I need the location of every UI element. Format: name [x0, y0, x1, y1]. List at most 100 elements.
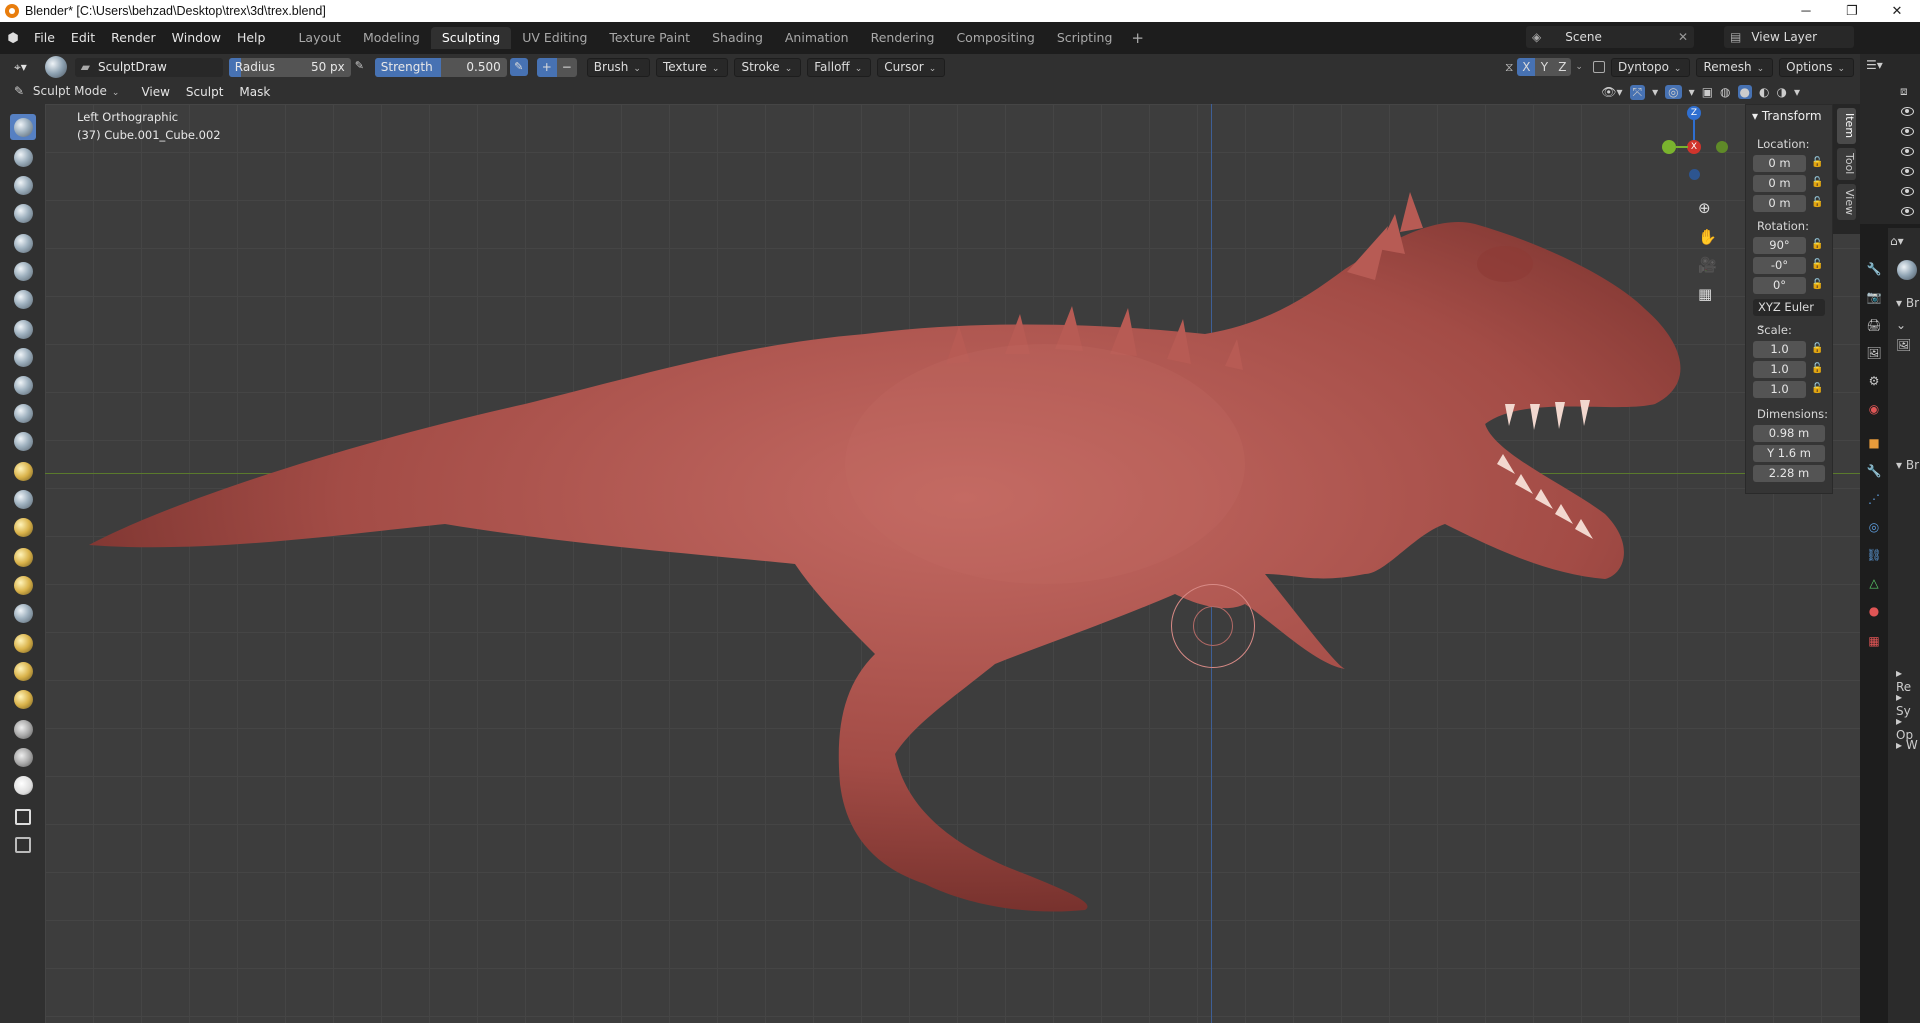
navigation-gizmo[interactable]: Z X: [1650, 104, 1740, 180]
object-properties-icon[interactable]: ■: [1865, 434, 1883, 452]
mirror-z-toggle[interactable]: Z: [1553, 58, 1572, 76]
tool-smooth-icon[interactable]: [10, 344, 36, 370]
trex-model[interactable]: [45, 104, 1860, 1023]
dimension-x-field[interactable]: 0.98 m: [1753, 425, 1825, 442]
menu-mask[interactable]: Mask: [231, 80, 278, 104]
outliner-editor-icon[interactable]: ☰▾: [1866, 58, 1883, 72]
solid-shading-icon[interactable]: ●: [1737, 85, 1752, 99]
menu-file[interactable]: File: [26, 22, 63, 54]
xray-icon[interactable]: ▣: [1702, 85, 1713, 99]
strength-pressure-icon[interactable]: ✎: [509, 58, 528, 76]
tool-annotate-icon[interactable]: [10, 804, 36, 830]
tool-rotate-icon[interactable]: [10, 600, 36, 626]
symmetry-chevron-icon[interactable]: ⌄: [1575, 62, 1583, 72]
overlay-toggle-icon[interactable]: ◎: [1665, 85, 1682, 99]
eye-icon[interactable]: [1901, 167, 1914, 176]
tab-modeling[interactable]: Modeling: [352, 27, 431, 49]
tool-nudge-icon[interactable]: [10, 572, 36, 598]
tool-clay-strips-icon[interactable]: [10, 200, 36, 226]
lock-icon[interactable]: 🔓: [1811, 259, 1823, 271]
visibility-icon[interactable]: 👁▾: [1601, 85, 1622, 99]
eye-icon[interactable]: [1901, 107, 1914, 116]
tab-uv-editing[interactable]: UV Editing: [511, 27, 598, 49]
tab-tool[interactable]: Tool: [1837, 148, 1856, 180]
falloff-dropdown[interactable]: Falloff ⌄: [807, 57, 872, 77]
tool-grab-icon[interactable]: [10, 486, 36, 512]
tool-scrape-icon[interactable]: [10, 428, 36, 454]
tool-draw-icon[interactable]: [10, 114, 36, 140]
gizmo-chevron-icon[interactable]: ▾: [1652, 85, 1658, 99]
gizmo-x-axis[interactable]: X: [1687, 140, 1701, 154]
data-properties-icon[interactable]: △: [1865, 574, 1883, 592]
camera-view-icon[interactable]: 🎥: [1698, 256, 1717, 274]
location-z-field[interactable]: 0 m: [1753, 195, 1806, 212]
lock-icon[interactable]: 🔓: [1811, 177, 1823, 189]
radius-field[interactable]: Radius 50 px: [228, 57, 351, 77]
tab-scripting[interactable]: Scripting: [1046, 27, 1124, 49]
subtract-direction-button[interactable]: −: [556, 57, 577, 77]
scene-properties-icon[interactable]: ⚙: [1865, 372, 1883, 390]
transform-header[interactable]: ▾ Transform: [1752, 109, 1822, 123]
tool-pinch-icon[interactable]: [10, 458, 36, 484]
tool-fill-icon[interactable]: [10, 400, 36, 426]
tool-cloth-icon[interactable]: [10, 772, 36, 798]
location-y-field[interactable]: 0 m: [1753, 175, 1806, 192]
shading-chevron-icon[interactable]: ▾: [1794, 85, 1800, 99]
blender-menu-icon[interactable]: ⬢: [0, 22, 26, 54]
gizmo-neg-z-axis[interactable]: [1689, 169, 1700, 180]
3d-viewport[interactable]: Left Orthographic (37) Cube.001_Cube.002: [45, 104, 1860, 1023]
rotation-mode-dropdown[interactable]: XYZ Euler ⌄: [1753, 299, 1825, 331]
location-x-field[interactable]: 0 m: [1753, 155, 1806, 172]
gizmo-y-axis[interactable]: [1662, 140, 1676, 154]
tool-draw-sharp-icon[interactable]: [10, 144, 36, 170]
eye-icon[interactable]: [1901, 187, 1914, 196]
lock-icon[interactable]: 🔓: [1811, 157, 1823, 169]
tool-thumb-icon[interactable]: [10, 544, 36, 570]
scene-close-icon[interactable]: ✕: [1678, 30, 1688, 44]
tool-lasso-mask-icon[interactable]: [10, 716, 36, 742]
stroke-dropdown[interactable]: Stroke ⌄: [734, 57, 802, 77]
dimension-y-field[interactable]: Y 1.6 m: [1753, 445, 1825, 462]
brush-name-field[interactable]: ▰ SculptDraw: [74, 57, 223, 77]
ortho-grid-icon[interactable]: ▦: [1698, 285, 1712, 303]
tab-shading[interactable]: Shading: [701, 27, 774, 49]
overlay-chevron-icon[interactable]: ▾: [1689, 85, 1695, 99]
lock-icon[interactable]: 🔓: [1811, 197, 1823, 209]
material-shading-icon[interactable]: ◐: [1759, 85, 1769, 99]
rendered-shading-icon[interactable]: ◑: [1776, 85, 1786, 99]
scale-z-field[interactable]: 1.0: [1753, 381, 1806, 398]
scale-y-field[interactable]: 1.0: [1753, 361, 1806, 378]
options-dropdown[interactable]: Options ⌄: [1779, 57, 1854, 77]
cursor-dropdown[interactable]: Cursor ⌄: [877, 57, 946, 77]
menu-render[interactable]: Render: [103, 22, 164, 54]
gizmo-neg-y-axis[interactable]: [1716, 141, 1728, 153]
physics-properties-icon[interactable]: ◎: [1865, 518, 1883, 536]
menu-view[interactable]: View: [133, 80, 177, 104]
editor-type-icon[interactable]: ⌖▾: [8, 57, 33, 77]
world-properties-icon[interactable]: ◉: [1865, 400, 1883, 418]
mirror-x-toggle[interactable]: X: [1517, 58, 1536, 76]
close-button[interactable]: ✕: [1874, 0, 1920, 22]
texture-properties-icon[interactable]: ▦: [1865, 632, 1883, 650]
tab-item[interactable]: Item: [1837, 108, 1856, 144]
dyntopo-checkbox[interactable]: [1592, 61, 1605, 73]
tool-properties-icon[interactable]: 🔧: [1865, 260, 1883, 278]
tab-compositing[interactable]: Compositing: [945, 27, 1045, 49]
rotation-y-field[interactable]: -0°: [1753, 257, 1806, 274]
menu-help[interactable]: Help: [229, 22, 274, 54]
tab-animation[interactable]: Animation: [774, 27, 860, 49]
material-properties-icon[interactable]: ●: [1865, 602, 1883, 620]
view-layer-selector[interactable]: ▤ View Layer: [1724, 26, 1854, 48]
tool-crease-icon[interactable]: [10, 316, 36, 342]
brush-section-header[interactable]: ▾ Br: [1896, 296, 1919, 310]
scale-x-field[interactable]: 1.0: [1753, 341, 1806, 358]
brush-thumbnail-icon[interactable]: [1897, 260, 1917, 280]
menu-window[interactable]: Window: [164, 22, 229, 54]
brush-dropdown[interactable]: Brush ⌄: [586, 57, 650, 77]
add-workspace-button[interactable]: +: [1123, 29, 1152, 47]
texture-dropdown[interactable]: Texture ⌄: [655, 57, 729, 77]
gizmo-z-axis[interactable]: Z: [1687, 106, 1701, 120]
menu-edit[interactable]: Edit: [63, 22, 103, 54]
wireframe-shading-icon[interactable]: ◍: [1720, 85, 1730, 99]
strength-field[interactable]: Strength 0.500: [374, 57, 507, 77]
